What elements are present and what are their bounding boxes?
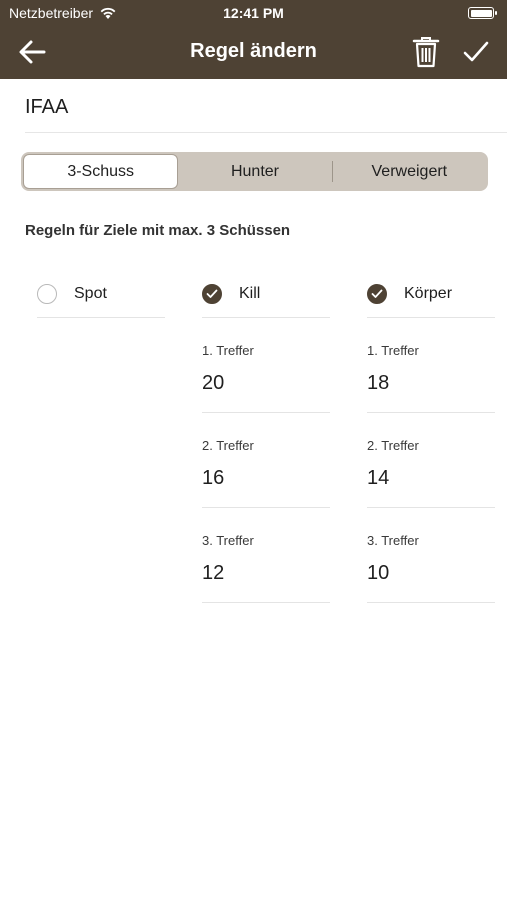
column-kill: Kill 1. Treffer 20 2. Treffer 16 3. Tref… [202,270,330,603]
unchecked-circle-icon[interactable] [37,283,57,304]
hit-row[interactable]: 3. Treffer 10 [367,508,495,603]
column-koerper: Körper 1. Treffer 18 2. Treffer 14 3. Tr… [367,270,495,603]
hit-label: 1. Treffer [367,343,419,358]
hit-label: 2. Treffer [367,438,419,453]
header: Netzbetreiber 12:41 PM Regel ändern [0,0,507,79]
status-bar: Netzbetreiber 12:41 PM [0,0,507,26]
hit-value-input[interactable]: 14 [367,467,495,490]
hit-row[interactable]: 1. Treffer 18 [367,318,495,413]
nav-bar: Regel ändern [0,26,507,79]
column-spot: Spot [37,270,165,318]
hit-value-input[interactable]: 20 [202,372,330,395]
status-time: 12:41 PM [223,5,284,21]
battery-icon [468,7,497,19]
option-label: Körper [404,284,453,302]
checkmark-icon[interactable] [462,39,490,65]
hit-label: 2. Treffer [202,438,254,453]
rule-name-field[interactable]: IFAA [25,86,507,133]
koerper-option[interactable]: Körper [367,270,495,318]
hit-label: 3. Treffer [202,533,254,548]
hit-value-input[interactable]: 10 [367,562,495,585]
spot-option[interactable]: Spot [37,270,165,318]
hit-row[interactable]: 2. Treffer 16 [202,413,330,508]
hit-row[interactable]: 3. Treffer 12 [202,508,330,603]
option-label: Spot [74,284,107,302]
hit-value-input[interactable]: 12 [202,562,330,585]
hit-label: 3. Treffer [367,533,419,548]
checkmark-circle-icon[interactable] [367,283,387,304]
kill-option[interactable]: Kill [202,270,330,318]
hit-value-input[interactable]: 16 [202,467,330,490]
hit-row[interactable]: 1. Treffer 20 [202,318,330,413]
hit-label: 1. Treffer [202,343,254,358]
tab-3-schuss[interactable]: 3-Schuss [23,154,179,189]
hit-row[interactable]: 2. Treffer 14 [367,413,495,508]
option-label: Kill [239,284,261,302]
tab-hunter[interactable]: Hunter [178,154,331,189]
segmented-control: 3-Schuss Hunter Verweigert [21,152,488,191]
trash-icon[interactable] [412,36,440,68]
checkmark-circle-icon[interactable] [202,283,222,304]
tab-verweigert[interactable]: Verweigert [333,154,486,189]
hit-value-input[interactable]: 18 [367,372,495,395]
section-title: Regeln für Ziele mit max. 3 Schüssen [25,222,291,239]
